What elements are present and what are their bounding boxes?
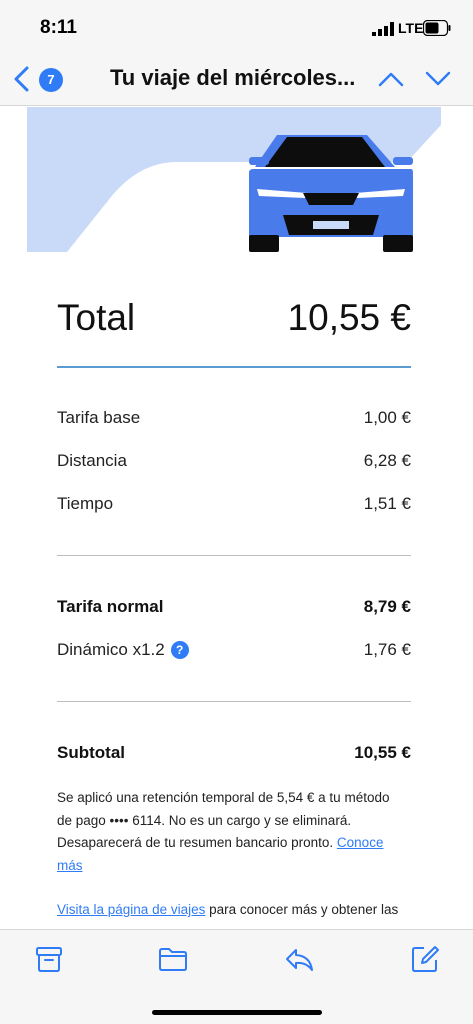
- divider: [57, 366, 411, 368]
- status-time: 8:11: [40, 17, 77, 38]
- normal-fare-row: Tarifa normal 8,79 €: [57, 597, 411, 621]
- fare-line-value: 6,28 €: [363, 451, 411, 470]
- car-illustration: [27, 107, 441, 252]
- page-title: Tu viaje del miércoles...: [110, 65, 356, 90]
- chevron-up-icon[interactable]: [377, 70, 405, 88]
- subtotal-label: Subtotal: [57, 743, 125, 762]
- trips-page-link[interactable]: Visita la página de viajes: [57, 902, 205, 917]
- nav-bar: 7 Tu viaje del miércoles...: [0, 52, 473, 106]
- total-value: 10,55 €: [287, 297, 411, 338]
- fare-line-value: 1,00 €: [363, 408, 411, 427]
- subtotal-row: Subtotal 10,55 €: [57, 743, 411, 767]
- signal-icon: [372, 22, 394, 36]
- hold-notice-line: Desaparecerá de tu resumen bancario pron…: [57, 832, 411, 855]
- subtotal-value: 10,55 €: [354, 743, 411, 762]
- folder-icon[interactable]: [158, 944, 188, 974]
- bottom-toolbar: [0, 929, 473, 1024]
- fare-line-base: Tarifa base 1,00 €: [57, 408, 411, 432]
- email-content[interactable]: Total 10,55 € Tarifa base 1,00 € Distanc…: [0, 107, 473, 929]
- total-label: Total: [57, 297, 136, 338]
- chevron-down-icon[interactable]: [424, 70, 452, 88]
- hold-notice-line: más: [57, 855, 411, 878]
- surge-value: 1,76 €: [363, 640, 411, 659]
- fare-line-label: Distancia: [57, 451, 127, 470]
- surge-label-wrap: Dinámico x1.2?: [57, 640, 189, 660]
- hold-notice: Se aplicó una retención temporal de 5,54…: [57, 787, 411, 877]
- trips-page-text: Visita la página de viajes para conocer …: [57, 899, 417, 922]
- fare-line-label: Tiempo: [57, 494, 114, 513]
- chevron-left-icon[interactable]: [12, 66, 32, 92]
- unread-count-badge[interactable]: 7: [39, 68, 63, 92]
- hold-notice-line: de pago •••• 6114. No es un cargo y se e…: [57, 812, 352, 828]
- divider: [57, 555, 411, 556]
- fare-line-value: 1,51 €: [363, 494, 411, 513]
- hero-banner: [27, 107, 441, 252]
- surge-row: Dinámico x1.2? 1,76 €: [57, 640, 411, 664]
- battery-icon: [423, 20, 451, 36]
- trips-page-rest: para conocer más y obtener las: [205, 902, 399, 917]
- normal-fare-value: 8,79 €: [363, 597, 411, 616]
- help-icon[interactable]: ?: [170, 641, 189, 659]
- network-label: LTE: [398, 20, 424, 36]
- surge-label: Dinámico x1.2: [57, 640, 165, 659]
- hold-notice-line: Se aplicó una retención temporal de 5,54…: [57, 790, 390, 805]
- learn-more-link[interactable]: Conoce: [337, 835, 384, 850]
- fare-line-label: Tarifa base: [57, 408, 141, 427]
- archive-icon[interactable]: [34, 944, 64, 974]
- learn-more-link-cont[interactable]: más: [57, 858, 83, 873]
- total-row: Total 10,55 €: [57, 297, 411, 347]
- fare-line-time: Tiempo 1,51 €: [57, 494, 411, 518]
- compose-icon[interactable]: [410, 944, 440, 974]
- fare-line-distance: Distancia 6,28 €: [57, 451, 411, 475]
- status-bar: 8:11 LTE: [0, 0, 473, 52]
- normal-fare-label: Tarifa normal: [57, 597, 164, 616]
- home-indicator: [152, 1010, 322, 1015]
- reply-icon[interactable]: [284, 944, 314, 974]
- divider: [57, 701, 411, 702]
- hold-notice-text: Desaparecerá de tu resumen bancario pron…: [57, 835, 337, 850]
